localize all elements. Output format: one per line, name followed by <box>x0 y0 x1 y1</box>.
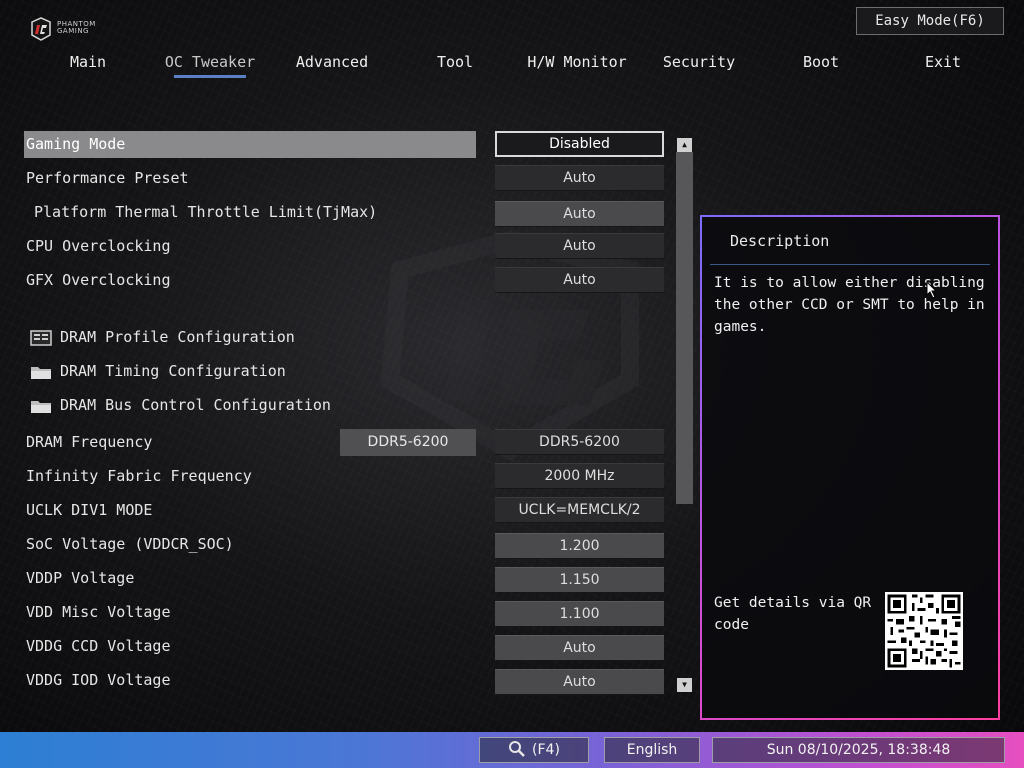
tab-exit[interactable]: Exit <box>883 52 1003 78</box>
setting-performance-preset[interactable]: Performance Preset <box>24 165 476 192</box>
logo-line2: GAMING <box>57 27 89 35</box>
phantom-gaming-logo: PHANTOM GAMING <box>30 17 140 45</box>
soc-voltage-value[interactable]: 1.200 <box>495 533 664 559</box>
setting-soc-voltage[interactable]: SoC Voltage (VDDCR_SOC) <box>24 531 476 558</box>
cpu-overclocking-value[interactable]: Auto <box>495 233 664 259</box>
dram-profile-label: DRAM Profile Configuration <box>60 328 295 346</box>
vddg-iod-voltage-value[interactable]: Auto <box>495 669 664 695</box>
watermark-logo <box>380 230 639 460</box>
scroll-down-arrow-icon[interactable]: ▼ <box>677 678 692 692</box>
main-tabs: Main OC Tweaker Advanced Tool H/W Monito… <box>28 52 988 80</box>
logo-text: PHANTOM GAMING <box>57 21 96 35</box>
tab-advanced[interactable]: Advanced <box>272 52 392 78</box>
tab-boot[interactable]: Boot <box>761 52 881 78</box>
setting-dram-frequency[interactable]: DRAM Frequency <box>24 429 334 456</box>
menu-dram-timing-config[interactable]: DRAM Timing Configuration <box>30 358 286 385</box>
gaming-mode-value[interactable]: Disabled <box>495 131 664 157</box>
description-text: It is to allow either disabling the othe… <box>714 275 985 335</box>
performance-preset-value[interactable]: Auto <box>495 165 664 191</box>
dram-frequency-current: DDR5-6200 <box>340 429 476 456</box>
menu-dram-bus-control-config[interactable]: DRAM Bus Control Configuration <box>30 392 331 419</box>
setting-vdd-misc-voltage[interactable]: VDD Misc Voltage <box>24 599 476 626</box>
tab-oc-tweaker[interactable]: OC Tweaker <box>150 52 270 78</box>
active-tab-underline <box>174 75 246 78</box>
vddp-voltage-value[interactable]: 1.150 <box>495 567 664 593</box>
scroll-up-arrow-icon[interactable]: ▲ <box>677 138 692 152</box>
folder-icon <box>31 400 51 413</box>
vddg-ccd-voltage-value[interactable]: Auto <box>495 635 664 661</box>
setting-vddp-voltage[interactable]: VDDP Voltage <box>24 565 476 592</box>
config-list-icon <box>30 329 52 346</box>
setting-cpu-overclocking[interactable]: CPU Overclocking <box>24 233 476 260</box>
tab-security[interactable]: Security <box>639 52 759 78</box>
tab-tool[interactable]: Tool <box>395 52 515 78</box>
search-icon <box>509 741 525 757</box>
search-shortcut-label: (F4) <box>532 742 560 758</box>
gfx-overclocking-value[interactable]: Auto <box>495 267 664 293</box>
setting-infinity-fabric-frequency[interactable]: Infinity Fabric Frequency <box>24 463 476 490</box>
easy-mode-button[interactable]: Easy Mode(F6) <box>856 7 1004 35</box>
vdd-misc-voltage-value[interactable]: 1.100 <box>495 601 664 627</box>
qr-label: Get details via QR code <box>714 595 872 633</box>
description-title: Description <box>730 232 830 250</box>
scrollbar-thumb[interactable] <box>676 152 693 504</box>
dram-timing-label: DRAM Timing Configuration <box>60 362 286 380</box>
dram-frequency-value[interactable]: DDR5-6200 <box>495 429 664 455</box>
search-button[interactable]: (F4) <box>479 737 589 763</box>
datetime-display: Sun 08/10/2025, 18:38:48 <box>712 737 1005 763</box>
uclk-div1-value[interactable]: UCLK=MEMCLK/2 <box>495 497 664 523</box>
mouse-pointer-icon <box>926 281 938 299</box>
platform-thermal-value[interactable]: Auto <box>495 201 664 227</box>
menu-dram-profile-config[interactable]: DRAM Profile Configuration <box>30 324 295 351</box>
setting-vddg-iod-voltage[interactable]: VDDG IOD Voltage <box>24 667 476 694</box>
infinity-fabric-value[interactable]: 2000 MHz <box>495 463 664 489</box>
qr-code-icon <box>885 592 963 670</box>
setting-vddg-ccd-voltage[interactable]: VDDG CCD Voltage <box>24 633 476 660</box>
setting-gfx-overclocking[interactable]: GFX Overclocking <box>24 267 476 294</box>
tab-main[interactable]: Main <box>28 52 148 78</box>
setting-uclk-div1-mode[interactable]: UCLK DIV1 MODE <box>24 497 476 524</box>
description-divider <box>710 264 990 265</box>
logo-mark-icon <box>31 17 51 41</box>
dram-bus-label: DRAM Bus Control Configuration <box>60 396 331 414</box>
description-panel: Description It is to allow either disabl… <box>700 215 1000 720</box>
language-button[interactable]: English <box>604 737 700 763</box>
setting-platform-thermal-throttle[interactable]: Platform Thermal Throttle Limit(TjMax) <box>24 199 476 226</box>
tab-hw-monitor[interactable]: H/W Monitor <box>517 52 637 78</box>
setting-gaming-mode[interactable]: Gaming Mode <box>24 131 476 158</box>
folder-icon <box>31 366 51 379</box>
